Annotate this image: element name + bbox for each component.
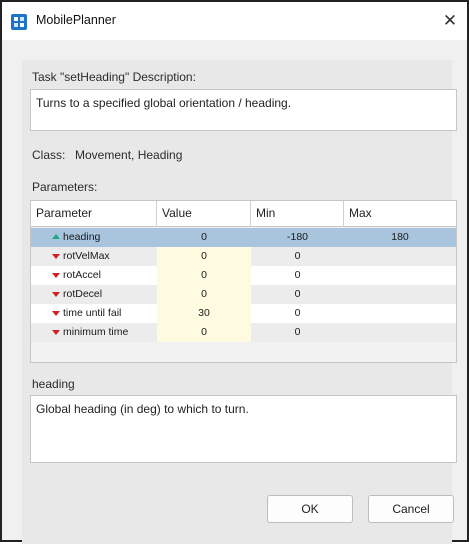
parameter-detail-description[interactable]: Global heading (in deg) to which to turn… <box>30 395 457 463</box>
table-row[interactable]: rotDecel 0 0 <box>31 285 456 304</box>
mobileplanner-dialog: MobilePlanner ✕ Task "setHeading" Descri… <box>0 0 469 544</box>
parameter-max <box>344 285 456 304</box>
parameter-min: 0 <box>294 307 301 319</box>
table-row[interactable]: heading 0 -180 180 <box>31 228 456 247</box>
table-row[interactable]: rotVelMax 0 0 <box>31 247 456 266</box>
table-row[interactable]: minimum time 0 0 <box>31 323 456 342</box>
parameter-max <box>344 247 456 266</box>
column-header-value[interactable]: Value <box>157 201 251 227</box>
table-row[interactable]: rotAccel 0 0 <box>31 266 456 285</box>
parameter-name: minimum time <box>63 326 129 338</box>
parameter-value[interactable]: 0 <box>157 228 251 247</box>
parameter-name: heading <box>63 231 101 243</box>
parameter-value[interactable]: 0 <box>157 323 251 342</box>
window-title: MobilePlanner <box>36 13 116 27</box>
parameter-value[interactable]: 30 <box>157 304 251 323</box>
parameter-min: 0 <box>294 326 301 338</box>
parameters-table: Parameter Value Min Max heading 0 -180 1… <box>30 200 457 363</box>
parameters-label: Parameters: <box>32 180 98 194</box>
parameter-name: rotDecel <box>63 288 103 300</box>
cancel-button[interactable]: Cancel <box>368 495 454 523</box>
column-header-min[interactable]: Min <box>251 201 344 227</box>
parameter-max <box>344 323 456 342</box>
parameter-min: -180 <box>286 231 308 243</box>
parameter-max <box>344 304 456 323</box>
parameter-min: 0 <box>294 250 301 262</box>
mobileplanner-app-icon <box>11 14 27 30</box>
task-description-label: Task "setHeading" Description: <box>32 70 196 84</box>
title-bar: MobilePlanner ✕ <box>2 2 467 40</box>
class-value: Movement, Heading <box>75 148 183 162</box>
table-row[interactable]: time until fail 30 0 <box>31 304 456 323</box>
parameter-detail-name: heading <box>32 377 75 391</box>
parameter-value[interactable]: 0 <box>157 266 251 285</box>
parameters-table-header: Parameter Value Min Max <box>31 201 456 227</box>
parameter-name: rotVelMax <box>63 250 110 262</box>
parameter-max: 180 <box>391 231 409 243</box>
column-header-parameter[interactable]: Parameter <box>31 201 157 227</box>
parameter-name: time until fail <box>63 307 122 319</box>
ok-button[interactable]: OK <box>267 495 353 523</box>
parameter-min: 0 <box>294 288 301 300</box>
class-label: Class: <box>32 148 66 162</box>
column-header-max[interactable]: Max <box>344 201 456 227</box>
parameter-value[interactable]: 0 <box>157 247 251 266</box>
parameter-max <box>344 266 456 285</box>
parameter-min: 0 <box>294 269 301 281</box>
parameter-value[interactable]: 0 <box>157 285 251 304</box>
parameter-name: rotAccel <box>63 269 101 281</box>
task-description-field[interactable]: Turns to a specified global orientation … <box>30 89 457 131</box>
close-icon[interactable]: ✕ <box>438 10 462 32</box>
